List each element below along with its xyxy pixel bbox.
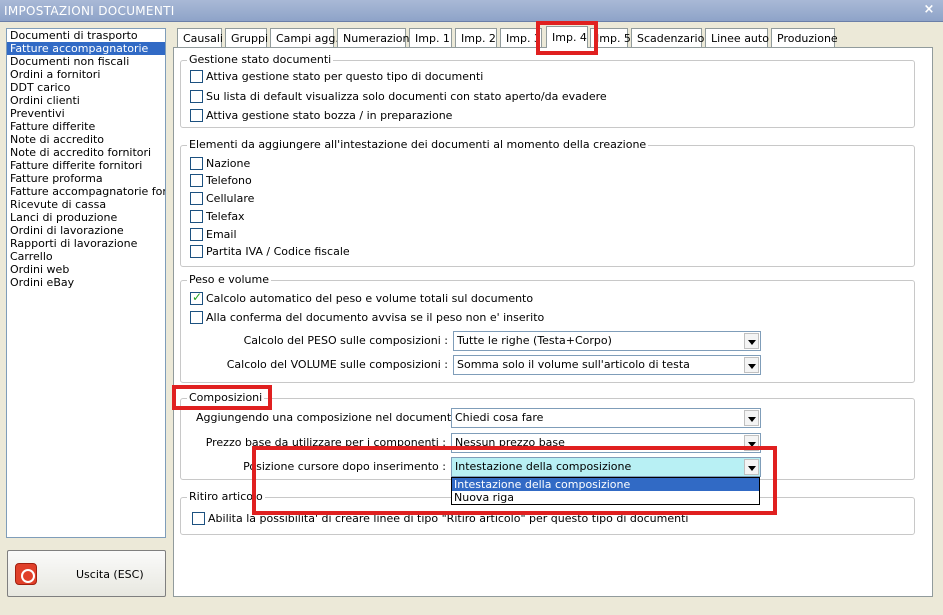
exit-button[interactable]: Uscita (ESC) — [7, 550, 166, 597]
tab-scadenzario[interactable]: Scadenzario — [631, 28, 704, 47]
checkmark-icon — [190, 291, 203, 305]
chevron-down-icon — [744, 410, 759, 426]
tab-campi-agg[interactable]: Campi agg. — [270, 28, 339, 47]
window-title: IMPOSTAZIONI DOCUMENTI — [4, 4, 175, 18]
tab-produzione[interactable]: Produzione — [771, 28, 838, 47]
list-item[interactable]: Fatture differite fornitori — [7, 159, 165, 172]
list-item[interactable]: Fatture differite — [7, 120, 165, 133]
list-item[interactable]: Fatture proforma — [7, 172, 165, 185]
list-item[interactable]: Documenti di trasporto — [7, 29, 165, 42]
group-title: Elementi da aggiungere all'intestazione … — [187, 138, 649, 151]
list-item[interactable]: Preventivi — [7, 107, 165, 120]
title-bar: IMPOSTAZIONI DOCUMENTI × — [0, 0, 943, 22]
list-item[interactable]: Documenti non fiscali — [7, 55, 165, 68]
list-item[interactable]: Ordini a fornitori — [7, 68, 165, 81]
list-item[interactable]: Rapporti di lavorazione — [7, 237, 165, 250]
aggiungendo-select[interactable]: Chiedi cosa fare — [451, 408, 761, 428]
highlight-tab — [536, 21, 598, 55]
chevron-down-icon — [744, 333, 759, 349]
tab-numerazioni[interactable]: Numerazioni — [337, 28, 413, 47]
highlight-composizioni — [172, 385, 272, 410]
list-item[interactable]: Ordini di lavorazione — [7, 224, 165, 237]
close-icon[interactable]: × — [921, 2, 937, 18]
exit-button-label: Uscita (ESC) — [76, 568, 144, 581]
tab-linee-auto[interactable]: Linee auto — [705, 28, 769, 47]
power-icon — [15, 563, 37, 585]
chevron-down-icon — [744, 357, 759, 373]
tab-causali[interactable]: Causali — [177, 28, 223, 47]
list-item[interactable]: Lanci di produzione — [7, 211, 165, 224]
list-item[interactable]: DDT carico — [7, 81, 165, 94]
list-item[interactable]: Note di accredito fornitori — [7, 146, 165, 159]
peso-select[interactable]: Tutte le righe (Testa+Corpo) — [453, 331, 761, 351]
group-title: Peso e volume — [187, 273, 271, 286]
list-item[interactable]: Ordini web — [7, 263, 165, 276]
list-item[interactable]: Ordini eBay — [7, 276, 165, 289]
list-item[interactable]: Carrello — [7, 250, 165, 263]
highlight-posizione-cursore — [252, 446, 777, 515]
aggiungendo-label: Aggiungendo una composizione nel documen… — [196, 411, 466, 424]
tab-imp-2[interactable]: Imp. 2 — [455, 28, 497, 47]
document-type-list[interactable]: Documenti di trasporto Fatture accompagna… — [6, 28, 166, 538]
tab-imp-1[interactable]: Imp. 1 — [409, 28, 452, 47]
list-item[interactable]: Fatture accompagnatorie — [7, 42, 165, 55]
list-item[interactable]: Fatture accompagnatorie fornito — [7, 185, 165, 198]
tab-gruppi[interactable]: Gruppi — [225, 28, 268, 47]
volume-label: Calcolo del VOLUME sulle composizioni : — [226, 358, 448, 371]
peso-label: Calcolo del PESO sulle composizioni : — [243, 334, 448, 347]
group-title: Gestione stato documenti — [187, 53, 334, 66]
volume-select[interactable]: Somma solo il volume sull'articolo di te… — [453, 355, 761, 375]
list-item[interactable]: Note di accredito — [7, 133, 165, 146]
list-item[interactable]: Ordini clienti — [7, 94, 165, 107]
list-item[interactable]: Ricevute di cassa — [7, 198, 165, 211]
